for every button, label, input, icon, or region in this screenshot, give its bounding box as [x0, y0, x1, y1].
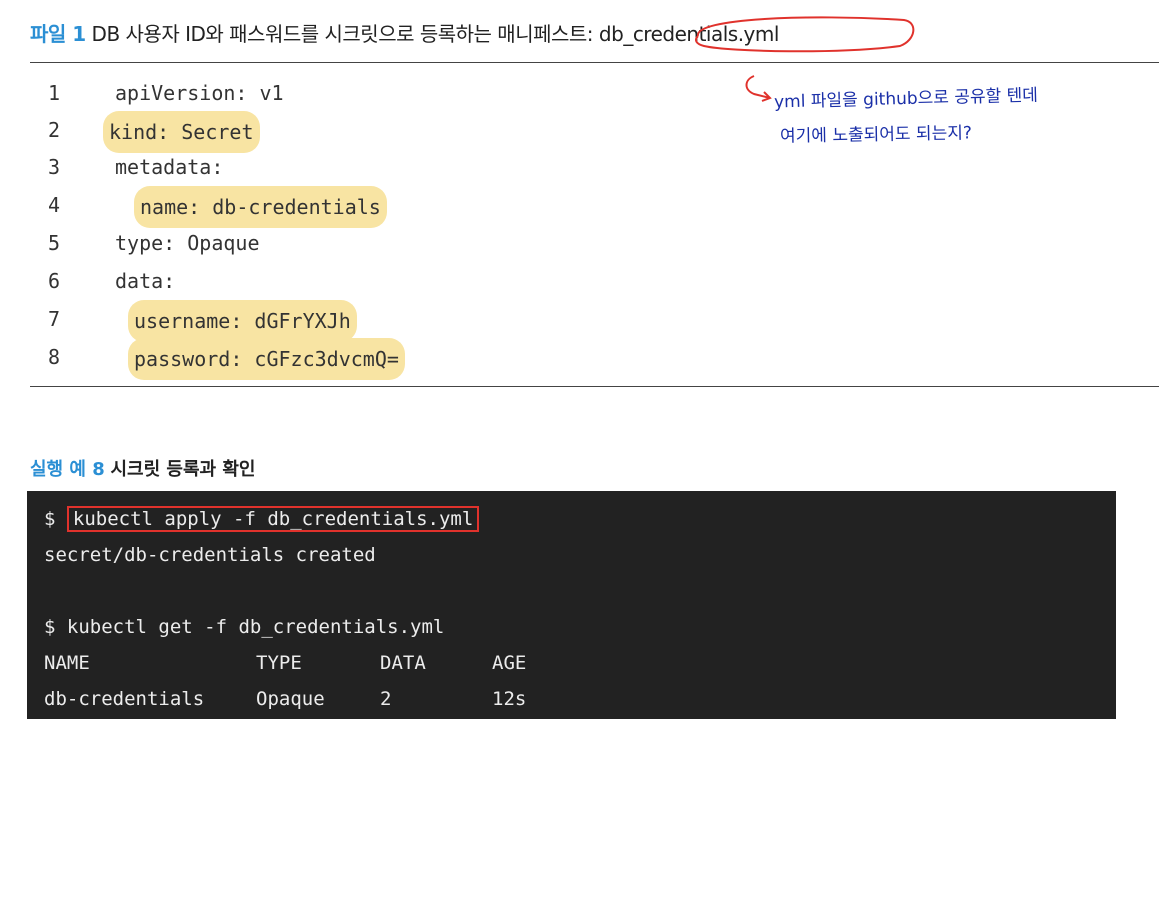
line-number: 7 [48, 307, 61, 331]
table-row: db-credentials Opaque 2 12s [44, 681, 1094, 717]
prompt: $ [44, 508, 56, 530]
table-header: NAME [44, 652, 90, 674]
listing-bottom-rule [30, 386, 1159, 387]
note-line-1: yml 파일을 github으로 공유할 텐데 [773, 85, 1039, 113]
code-line: 1 apiVersion: v1 [0, 74, 700, 112]
code-line: 2 kind: Secret [0, 111, 700, 153]
table-cell: Opaque [256, 688, 325, 710]
listing-caption: 파일 1 DB 사용자 ID와 패스워드를 시크릿으로 등록하는 매니페스트: … [30, 18, 779, 47]
line-number: 1 [48, 81, 61, 105]
table-cell: 2 [380, 688, 392, 710]
code-text: type: Opaque [115, 231, 260, 255]
code-text: apiVersion: v1 [115, 81, 284, 105]
code-line: 5 type: Opaque [0, 224, 700, 262]
terminal-line: $ kubectl get -f db_credentials.yml [44, 616, 445, 638]
code-text-highlighted: name: db-credentials [134, 186, 387, 228]
line-number: 3 [48, 155, 61, 179]
handwritten-note: yml 파일을 github으로 공유할 텐데 여기에 노출되어도 되는지? [742, 74, 1142, 164]
terminal-output: $ kubectl apply -f db_credentials.yml se… [27, 491, 1116, 719]
line-number: 6 [48, 269, 61, 293]
code-line: 6 data: [0, 262, 700, 300]
terminal-line: secret/db-credentials created [44, 544, 376, 566]
highlighted-command: kubectl apply -f db_credentials.yml [66, 506, 480, 532]
code-text-highlighted: username: dGFrYXJh [128, 300, 357, 342]
terminal-line: $ kubectl apply -f db_credentials.yml [44, 501, 480, 537]
table-header: TYPE [256, 652, 302, 674]
code-line: 7 username: dGFrYXJh [0, 300, 700, 342]
curved-arrow-icon [745, 75, 772, 102]
line-number: 2 [48, 118, 61, 142]
code-line: 3 metadata: [0, 148, 700, 186]
table-header-row: NAME TYPE DATA AGE [44, 645, 1094, 681]
line-number: 8 [48, 345, 61, 369]
listing-top-rule [30, 62, 1159, 63]
code-line: 4 name: db-credentials [0, 186, 700, 228]
table-cell: db-credentials [44, 688, 205, 710]
code-text-highlighted: kind: Secret [103, 111, 260, 153]
example-caption: 실행 예 8 시크릿 등록과 확인 [30, 455, 256, 481]
line-number: 4 [48, 193, 61, 217]
note-line-2: 여기에 노출되어도 되는지? [779, 123, 973, 147]
code-text-highlighted: password: cGFzc3dvcmQ= [128, 338, 405, 380]
table-header: AGE [492, 652, 527, 674]
line-number: 5 [48, 231, 61, 255]
table-cell: 12s [492, 688, 527, 710]
listing-label: 파일 1 [30, 22, 86, 46]
code-text: data: [115, 269, 176, 293]
example-title: 시크릿 등록과 확인 [110, 459, 256, 480]
table-header: DATA [380, 652, 426, 674]
code-text: metadata: [115, 155, 224, 179]
code-line: 8 password: cGFzc3dvcmQ= [0, 338, 700, 380]
example-label: 실행 예 8 [30, 459, 105, 480]
filename-circle-annotation [695, 16, 915, 53]
listing-title: DB 사용자 ID와 패스워드를 시크릿으로 등록하는 매니페스트: [91, 22, 594, 46]
